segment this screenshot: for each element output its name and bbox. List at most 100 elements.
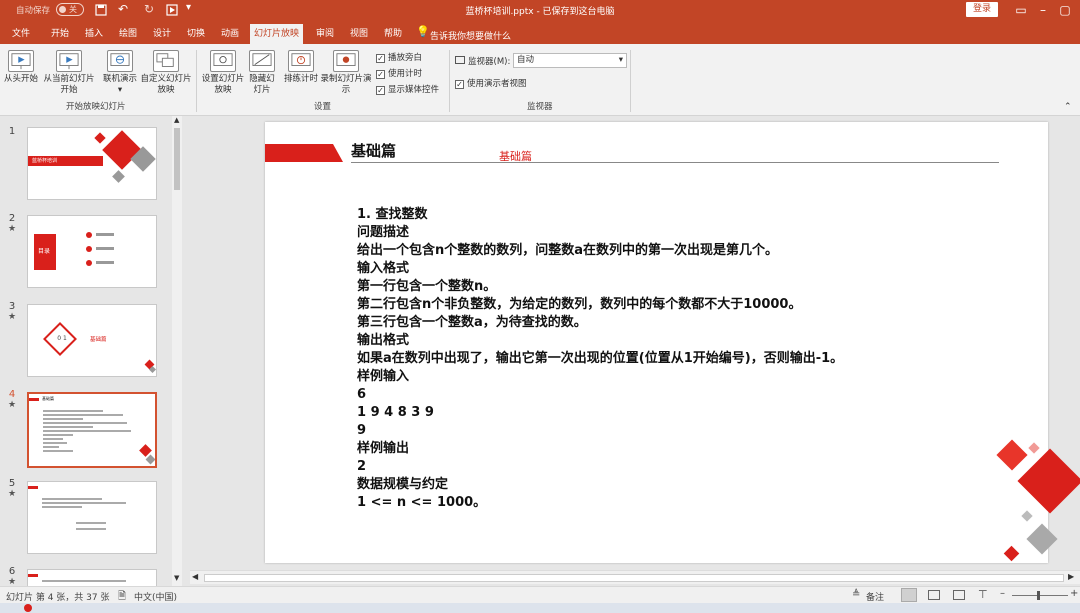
thumbnail-slide-1[interactable]: 蓝桥杯培训 [27, 127, 157, 200]
content-line: 样例输入 [357, 369, 410, 384]
zoom-slider[interactable] [1012, 595, 1068, 596]
record-slideshow-button[interactable]: 录制幻灯片演示 [320, 50, 372, 96]
record-slideshow-label: 录制幻灯片演示 [320, 74, 372, 95]
login-button[interactable]: 登录 [966, 2, 998, 17]
group-divider [630, 50, 631, 112]
slide-title: 基础篇 [351, 142, 397, 160]
app-icon[interactable] [24, 604, 32, 612]
tab-view[interactable]: 视图 [346, 26, 372, 42]
content-line: 数据规模与约定 [357, 477, 449, 492]
tab-review[interactable]: 审阅 [312, 26, 338, 42]
zoom-in-icon[interactable]: + [1070, 588, 1078, 599]
slide-subtitle: 基础篇 [499, 150, 532, 163]
online-present-icon [107, 50, 133, 72]
thumbnail-slide-2[interactable]: 目录 [27, 215, 157, 288]
tab-file[interactable]: 文件 [8, 26, 34, 42]
content-line: 第三行包含一个整数a，为待查找的数。 [357, 315, 587, 330]
scroll-thumb[interactable] [174, 128, 180, 190]
section-number: 0 1 [57, 335, 67, 342]
play-narrations-checkbox[interactable]: ✓ 播放旁白 [376, 52, 422, 64]
thumbnail-scrollbar[interactable]: ▲ ▼ [172, 116, 182, 586]
notes-icon[interactable]: ≜ [852, 589, 860, 600]
monitor-select-value: 自动 [517, 55, 535, 65]
from-beginning-button[interactable]: 从头开始 [2, 50, 40, 85]
tell-me-search[interactable]: 告诉我你想要做什么 [430, 29, 511, 42]
tab-animations[interactable]: 动画 [217, 26, 243, 42]
use-timings-checkbox[interactable]: ✓ 使用计时 [376, 68, 422, 80]
dropdown-arrow-icon: ▾ [117, 85, 123, 95]
tab-transitions[interactable]: 切换 [183, 26, 209, 42]
checkmark-icon: ✓ [376, 70, 385, 79]
reading-view-icon[interactable] [953, 590, 965, 600]
text-line [96, 233, 114, 236]
tab-design[interactable]: 设计 [149, 26, 175, 42]
thumbnail-slide-3[interactable]: 0 1 基础篇 [27, 304, 157, 377]
hide-slide-icon [249, 50, 275, 72]
tab-help[interactable]: 帮助 [380, 26, 406, 42]
tab-slideshow[interactable]: 幻灯片放映 [250, 24, 304, 44]
text-line [42, 506, 82, 508]
content-line: 1 9 4 8 3 9 [357, 405, 434, 420]
setup-slideshow-label: 设置幻灯片放映 [201, 74, 245, 95]
tab-draw[interactable]: 绘图 [115, 26, 141, 42]
tab-insert[interactable]: 插入 [81, 26, 107, 42]
thumbnail-number: 3 ★ [7, 301, 17, 322]
slide-counter: 幻灯片 第 4 张，共 37 张 [6, 593, 110, 603]
presenter-view-label: 使用演示者视图 [467, 79, 527, 89]
scroll-up-icon[interactable]: ▲ [174, 116, 179, 124]
from-current-button[interactable]: 从当前幻灯片开始 [40, 50, 98, 96]
presenter-view-checkbox[interactable]: ✓ 使用演示者视图 [455, 78, 527, 90]
text-line [43, 426, 93, 428]
zoom-slider-handle[interactable] [1037, 591, 1040, 600]
thumbnail-title: 基础篇 [42, 396, 54, 401]
scroll-right-icon[interactable]: ▶ [1068, 572, 1074, 581]
language-indicator[interactable]: 中文(中国) [134, 590, 177, 603]
thumbnail-number: 6 ★ [7, 566, 17, 587]
editor-horizontal-scrollbar[interactable]: ◀ ▶ [190, 570, 1080, 584]
rehearse-timings-button[interactable]: 排练计时 [282, 50, 320, 85]
chevron-down-icon: ▾ [618, 55, 623, 65]
monitor-select[interactable]: 自动 ▾ [513, 53, 627, 68]
normal-view-icon[interactable] [901, 588, 917, 602]
collapse-ribbon-icon[interactable]: ⌃ [1064, 102, 1072, 112]
group-setup-label: 设置 [314, 102, 332, 112]
thumbnail-title: 基础篇 [90, 337, 107, 343]
ribbon-display-icon[interactable]: ▭ [1011, 2, 1031, 18]
tab-home[interactable]: 开始 [47, 26, 73, 42]
diamond-shape [996, 439, 1028, 471]
content-line: 6 [357, 387, 367, 402]
scroll-thumb[interactable] [204, 574, 1064, 582]
thumbnail-title: 目录 [38, 248, 51, 255]
ribbon-slideshow: 从头开始 从当前幻灯片开始 联机演示 ▾ 自定义幻灯片放映 开始放映幻灯片 设置幻… [0, 44, 1080, 116]
text-line [43, 414, 123, 416]
thumbnail-slide-5[interactable] [27, 481, 157, 554]
thumbnail-slide-6[interactable] [27, 569, 157, 586]
online-present-button[interactable]: 联机演示 ▾ [100, 50, 140, 96]
content-line: 输入格式 [357, 261, 410, 276]
slide-sorter-icon[interactable] [928, 590, 940, 600]
status-bar: 幻灯片 第 4 张，共 37 张 🗎 中文(中国) ≜ 备注 ⊤ – + [0, 586, 1080, 603]
custom-slideshow-button[interactable]: 自定义幻灯片放映 [140, 50, 192, 96]
custom-show-icon [153, 50, 179, 72]
group-divider [196, 50, 197, 112]
setup-slideshow-button[interactable]: 设置幻灯片放映 [200, 50, 246, 96]
slideshow-view-icon[interactable]: ⊤ [978, 588, 988, 601]
scroll-down-icon[interactable]: ▼ [174, 574, 179, 582]
maximize-icon[interactable]: ▢ [1055, 2, 1075, 18]
content-line: 第一行包含一个整数n。 [357, 279, 497, 294]
thumbnail-slide-4[interactable]: 基础篇 [27, 392, 157, 468]
notes-button[interactable]: 备注 [866, 590, 884, 603]
text-line [42, 580, 126, 582]
content-line: 1 <= n <= 1000。 [357, 495, 487, 510]
slide-canvas[interactable]: 基础篇 基础篇 1. 查找整数 问题描述 给出一个包含n个整数的数列，问整数a在… [265, 122, 1080, 563]
zoom-out-icon[interactable]: – [1000, 588, 1005, 599]
checkmark-icon: ✓ [455, 80, 464, 89]
show-media-controls-checkbox[interactable]: ✓ 显示媒体控件 [376, 84, 439, 96]
bullet-dot [86, 246, 92, 252]
scroll-left-icon[interactable]: ◀ [192, 572, 198, 581]
play-narrations-label: 播放旁白 [388, 53, 423, 63]
minimize-icon[interactable]: – [1033, 2, 1053, 18]
hide-slide-button[interactable]: 隐藏幻灯片 [246, 50, 278, 96]
monitor-icon [455, 56, 465, 64]
text-line [43, 442, 67, 444]
